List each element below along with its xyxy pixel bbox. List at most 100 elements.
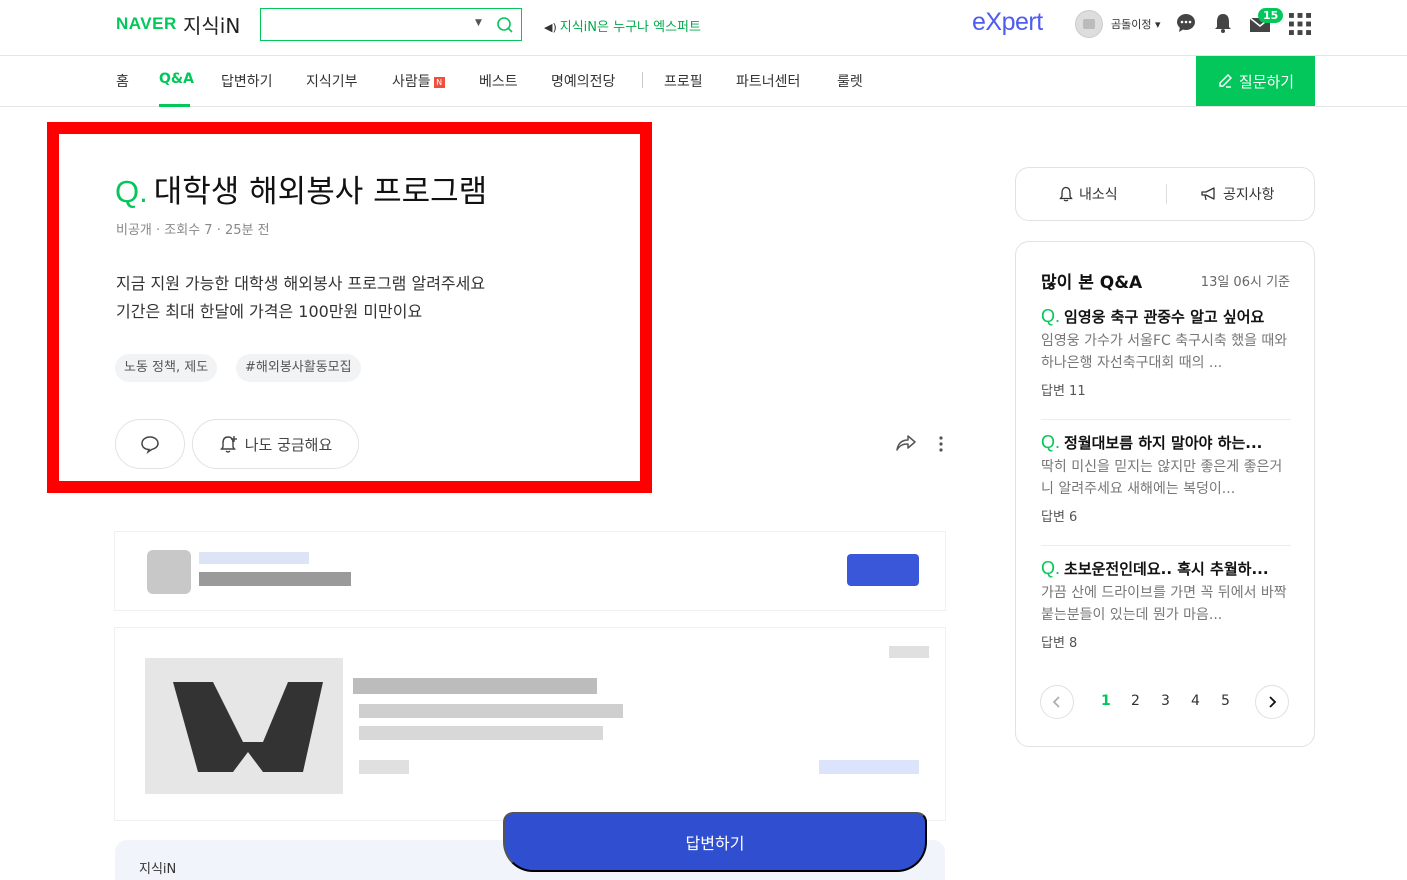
nav-roulette[interactable]: 룰렛: [837, 71, 863, 91]
chat-icon[interactable]: [1175, 12, 1197, 34]
search-input[interactable]: [269, 14, 459, 36]
popular-item-answers: 답변 11: [1041, 384, 1086, 399]
popular-item-title: Q. 초보운전인데요.. 혹시 추월하...: [1041, 558, 1291, 579]
tab-my-news-label: 내소식: [1079, 187, 1118, 203]
curious-label: 나도 궁금해요: [244, 435, 333, 454]
nav-profile[interactable]: 프로필: [664, 71, 703, 91]
username-menu[interactable]: 곰돌이정 ▾: [1111, 16, 1161, 32]
nav-answer[interactable]: 답변하기: [221, 71, 273, 91]
nav-people-label: 사람들: [392, 74, 431, 90]
question-body: 지금 지원 가능한 대학생 해외봉사 프로그램 알려주세요 기간은 최대 한달에…: [116, 270, 485, 326]
expert-notice-link[interactable]: ◀) 지식iN은 누구나 엑스퍼트: [544, 16, 701, 35]
tab-notices-label: 공지사항: [1223, 187, 1275, 203]
curious-button[interactable]: 나도 궁금해요: [192, 419, 359, 469]
blurred-product-shape: [173, 682, 323, 772]
answer-button-label: 답변하기: [685, 836, 745, 853]
popular-item-title-text: 정월대보름 하지 말아야 하는...: [1064, 434, 1263, 452]
blurred-text: [199, 572, 351, 586]
question-title: Q. 대학생 해외봉사 프로그램: [115, 166, 487, 211]
tab-notices[interactable]: 공지사항: [1200, 184, 1275, 204]
q-mark: Q.: [1041, 432, 1061, 452]
popular-item[interactable]: Q. 초보운전인데요.. 혹시 추월하... 가끔 산에 드라이브를 가면 꼭 뒤…: [1041, 558, 1291, 651]
new-badge: N: [433, 77, 445, 88]
blurred-avatar: [147, 550, 191, 594]
nav-best[interactable]: 베스트: [479, 71, 518, 91]
active-tab-indicator: [159, 104, 190, 107]
bottom-panel-label: 지식iN: [139, 862, 177, 877]
question-mark: Q.: [115, 174, 148, 209]
answer-button[interactable]: 답변하기: [503, 812, 927, 872]
search-dropdown-icon[interactable]: ▼: [475, 18, 482, 28]
apps-grid-icon[interactable]: [1289, 13, 1311, 35]
page-2[interactable]: 2: [1131, 693, 1140, 709]
popular-qa-title: 많이 본 Q&A: [1041, 273, 1143, 293]
chevron-right-icon: [1269, 696, 1277, 708]
nav-home[interactable]: 홈: [116, 71, 129, 91]
page-4[interactable]: 4: [1191, 693, 1200, 709]
popular-item-title: Q. 정월대보름 하지 말아야 하는...: [1041, 432, 1291, 453]
bell-icon: [1059, 186, 1073, 202]
bell-plus-icon: [219, 436, 237, 453]
blurred-ad-card: [115, 628, 945, 820]
tag-volunteer[interactable]: #해외봉사활동모집: [236, 354, 361, 382]
popular-item-answers: 답변 8: [1041, 636, 1078, 651]
popular-item-title-text: 임영웅 축구 관중수 알고 싶어요: [1064, 308, 1265, 326]
blurred-text: [359, 704, 623, 718]
ask-question-label: 질문하기: [1238, 73, 1295, 91]
question-meta: 비공개 · 조회수 7 · 25분 전: [116, 223, 270, 238]
item-divider: [1041, 545, 1291, 546]
comment-button[interactable]: [115, 419, 185, 469]
popular-qa-panel: 많이 본 Q&A 13일 06시 기준 Q. 임영웅 축구 관중수 알고 싶어요 …: [1015, 241, 1315, 747]
blurred-profile-card: [115, 532, 945, 610]
expert-notice-text: 지식iN은 누구나 엑스퍼트: [559, 20, 701, 35]
popular-item-title: Q. 임영웅 축구 관중수 알고 싶어요: [1041, 306, 1291, 327]
blurred-link: [819, 760, 919, 774]
tab-my-news[interactable]: 내소식: [1058, 184, 1118, 204]
nav-hall-of-fame[interactable]: 명예의전당: [551, 71, 615, 91]
chevron-left-icon: [1052, 696, 1060, 708]
pager-next-button[interactable]: [1255, 685, 1289, 719]
search-icon[interactable]: [495, 15, 515, 35]
q-mark: Q.: [1041, 558, 1061, 578]
blurred-text: [359, 726, 603, 740]
question-title-text: 대학생 해외봉사 프로그램: [153, 174, 488, 210]
message-count-badge: 15: [1258, 8, 1284, 23]
megaphone-icon: [1201, 187, 1215, 201]
more-options-icon[interactable]: [937, 435, 945, 453]
ask-question-button[interactable]: 질문하기: [1196, 56, 1315, 106]
popular-item-desc: 딱히 미신을 믿지는 않지만 좋은게 좋은거니 알려주세요 새해에는 복덩이..…: [1041, 459, 1283, 497]
avatar[interactable]: [1075, 10, 1103, 38]
blurred-text: [889, 646, 929, 658]
popular-item[interactable]: Q. 임영웅 축구 관중수 알고 싶어요 임영웅 가수가 서울FC 축구시축 했을…: [1041, 306, 1291, 399]
page-3[interactable]: 3: [1161, 693, 1170, 709]
question-body-line: 지금 지원 가능한 대학생 해외봉사 프로그램 알려주세요: [116, 274, 486, 293]
nav-partner-center[interactable]: 파트너센터: [736, 71, 800, 91]
tag-labor-policy[interactable]: 노동 정책, 제도: [115, 354, 218, 382]
popular-item-desc: 임영웅 가수가 서울FC 축구시축 했을 때와 하나은행 자선축구대회 때의 .…: [1041, 333, 1288, 371]
expert-logo[interactable]: eXpert: [972, 8, 1043, 37]
popular-item-answers: 답변 6: [1041, 510, 1078, 525]
nav-donate[interactable]: 지식기부: [306, 71, 358, 91]
pager-prev-button[interactable]: [1040, 685, 1074, 719]
bell-icon[interactable]: [1212, 12, 1234, 34]
question-body-line: 기간은 최대 한달에 가격은 100만원 미만이요: [116, 302, 423, 321]
page-1[interactable]: 1: [1101, 693, 1111, 709]
popular-item-desc: 가끔 산에 드라이브를 가면 꼭 뒤에서 바짝 붙는분들이 있는데 뭔가 마음.…: [1041, 585, 1287, 623]
nav-qa[interactable]: Q&A: [159, 71, 194, 87]
blurred-text: [359, 760, 409, 774]
popular-qa-timestamp: 13일 06시 기준: [1200, 275, 1290, 290]
popular-item[interactable]: Q. 정월대보름 하지 말아야 하는... 딱히 미신을 믿지는 않지만 좋은게 …: [1041, 432, 1291, 525]
popular-item-title-text: 초보운전인데요.. 혹시 추월하...: [1064, 560, 1269, 578]
pencil-icon: [1219, 74, 1232, 88]
naver-logo[interactable]: NAVER: [116, 14, 177, 34]
tab-divider: [1166, 184, 1167, 204]
page-5[interactable]: 5: [1221, 693, 1230, 709]
search-box: ▼: [260, 8, 522, 41]
nav-divider: [642, 72, 643, 88]
jisikin-logo[interactable]: 지식iN: [183, 10, 240, 39]
item-divider: [1041, 419, 1291, 420]
comment-icon: [141, 436, 159, 454]
blurred-text: [353, 678, 597, 694]
nav-people[interactable]: 사람들 N: [392, 71, 445, 91]
share-icon[interactable]: [895, 433, 917, 453]
